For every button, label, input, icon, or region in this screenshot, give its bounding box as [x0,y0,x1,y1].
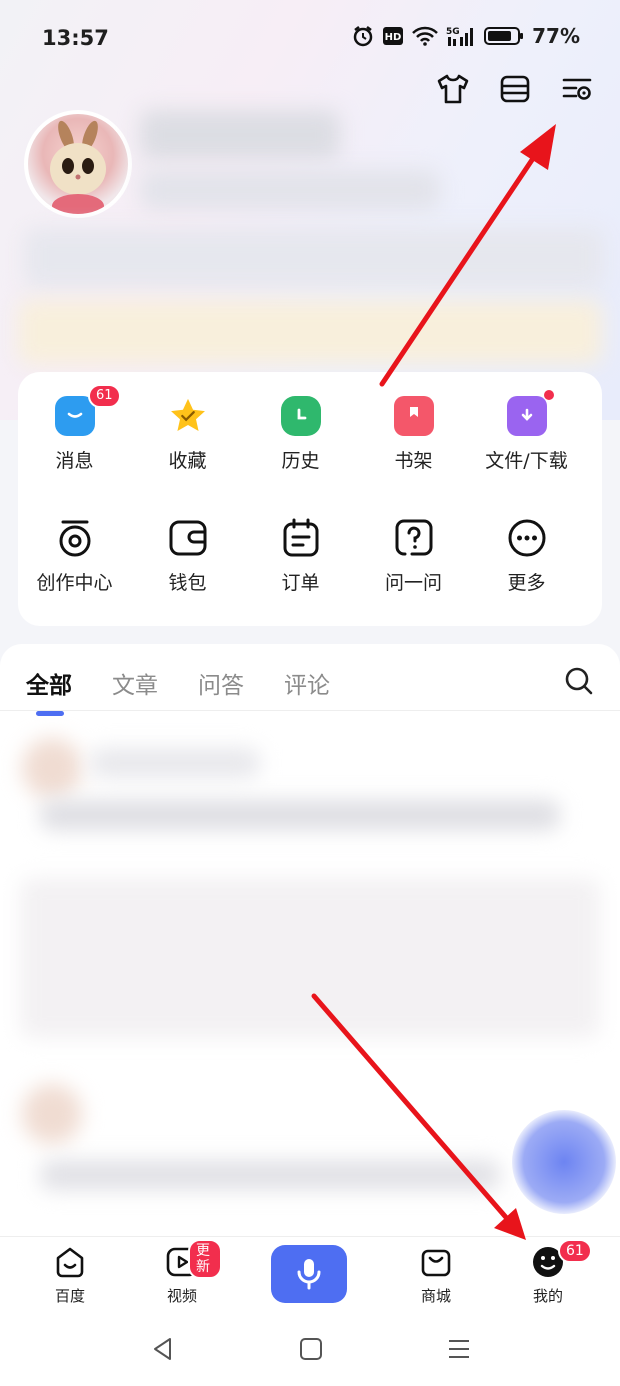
menu-label: 书架 [394,450,433,472]
status-icons: HD 5G 77% [352,24,580,48]
status-time: 13:57 [42,26,109,50]
menu-item-ask[interactable]: 问一问 [357,518,470,595]
settings-icon[interactable] [560,72,594,106]
menu-item-creator-center[interactable]: 创作中心 [18,518,131,595]
tab-qa[interactable]: 问答 [198,666,244,700]
menu-item-wallet[interactable]: 钱包 [131,518,244,595]
microphone-icon [297,1259,321,1290]
quick-menu-row-2: 创作中心 钱包 订单 问一问 更多 [18,518,602,595]
header-actions [436,72,594,106]
menu-label: 更多 [507,572,546,594]
feed-item-blur [22,738,82,798]
nav-label: 商城 [420,1287,451,1305]
menu-label: 消息 [55,450,94,472]
menu-item-favorites[interactable]: 收藏 [131,396,244,473]
tab-divider [0,710,620,711]
more-icon [508,519,545,557]
feed-item-blur [40,1160,500,1190]
svg-text:HD: HD [385,32,402,43]
tab-all[interactable]: 全部 [26,666,72,716]
mine-badge: 61 [558,1239,592,1263]
camera-icon [59,520,90,557]
question-icon [395,519,432,556]
menu-lines-icon[interactable] [446,1336,472,1362]
wallet-icon [169,520,206,556]
quick-menu-row-1: 61 消息 收藏 历史 书架 文件/下载 [18,384,602,473]
menu-item-more[interactable]: 更多 [470,518,583,595]
menu-label: 钱包 [168,572,207,594]
voice-search-button[interactable] [271,1245,347,1303]
notification-dot [544,390,554,400]
scan-icon[interactable] [498,72,532,106]
system-nav-bar [0,1316,620,1386]
tab-articles[interactable]: 文章 [112,666,158,700]
menu-label: 问一问 [384,572,442,594]
signal-icon: 5G [446,27,474,46]
nav-label: 我的 [532,1287,563,1305]
svg-text:5G: 5G [446,27,460,37]
order-icon [283,518,318,557]
nav-home[interactable]: 百度 [30,1245,110,1306]
menu-item-orders[interactable]: 订单 [244,518,357,595]
alarm-icon [353,26,373,47]
nav-mall[interactable]: 商城 [396,1245,476,1306]
video-update-badge: 更新 [188,1239,222,1279]
menu-label: 文件/下载 [485,450,568,472]
hd-icon: HD [383,27,404,45]
nav-mine[interactable]: 61 我的 [508,1239,592,1306]
message-badge: 61 [88,384,121,408]
profile-name-blur [140,110,340,160]
stats-blur [24,228,604,288]
nav-label: 视频 [166,1287,197,1305]
menu-item-message[interactable]: 61 消息 [18,384,131,473]
battery-icon [484,27,524,45]
tab-comments[interactable]: 评论 [284,666,330,700]
shirt-icon[interactable] [436,72,470,106]
bookmark-icon [393,396,434,436]
download-folder-icon [506,396,547,436]
vip-banner-blur [18,300,602,364]
clock-icon [280,396,321,436]
home-square-icon[interactable] [298,1336,324,1362]
profile-info-blur [140,170,440,210]
avatar-image [50,120,106,214]
menu-item-downloads[interactable]: 文件/下载 [470,390,583,473]
message-icon [54,396,95,436]
feed-item-blur [90,748,260,778]
menu-label: 订单 [281,572,320,594]
nav-label: 百度 [54,1287,85,1305]
battery-percent: 77% [532,24,580,48]
floating-action-button[interactable] [512,1110,616,1214]
quick-menu-card: 61 消息 收藏 历史 书架 文件/下载 创作中心 钱包 订单 问一问 更多 [18,372,602,626]
feed-item-blur [22,1084,82,1144]
menu-label: 历史 [281,450,320,472]
search-icon[interactable] [564,666,594,696]
avatar[interactable] [24,110,132,218]
status-bar: 13:57 HD 5G 77% [0,0,620,76]
feed-item-blur [20,878,600,1038]
content-tabs: 全部 文章 问答 评论 [26,666,330,716]
star-icon [168,396,208,436]
menu-item-bookshelf[interactable]: 书架 [357,396,470,473]
feed-item-blur [40,800,560,830]
menu-label: 收藏 [168,450,207,472]
menu-label: 创作中心 [36,572,113,594]
back-icon[interactable] [150,1336,176,1362]
nav-video[interactable]: 更新 视频 [142,1239,222,1306]
bottom-nav: 百度 更新 视频 商城 61 我的 [0,1236,620,1316]
bag-icon [421,1249,451,1277]
home-icon [56,1247,84,1278]
wifi-icon [412,26,439,46]
menu-item-history[interactable]: 历史 [244,396,357,473]
